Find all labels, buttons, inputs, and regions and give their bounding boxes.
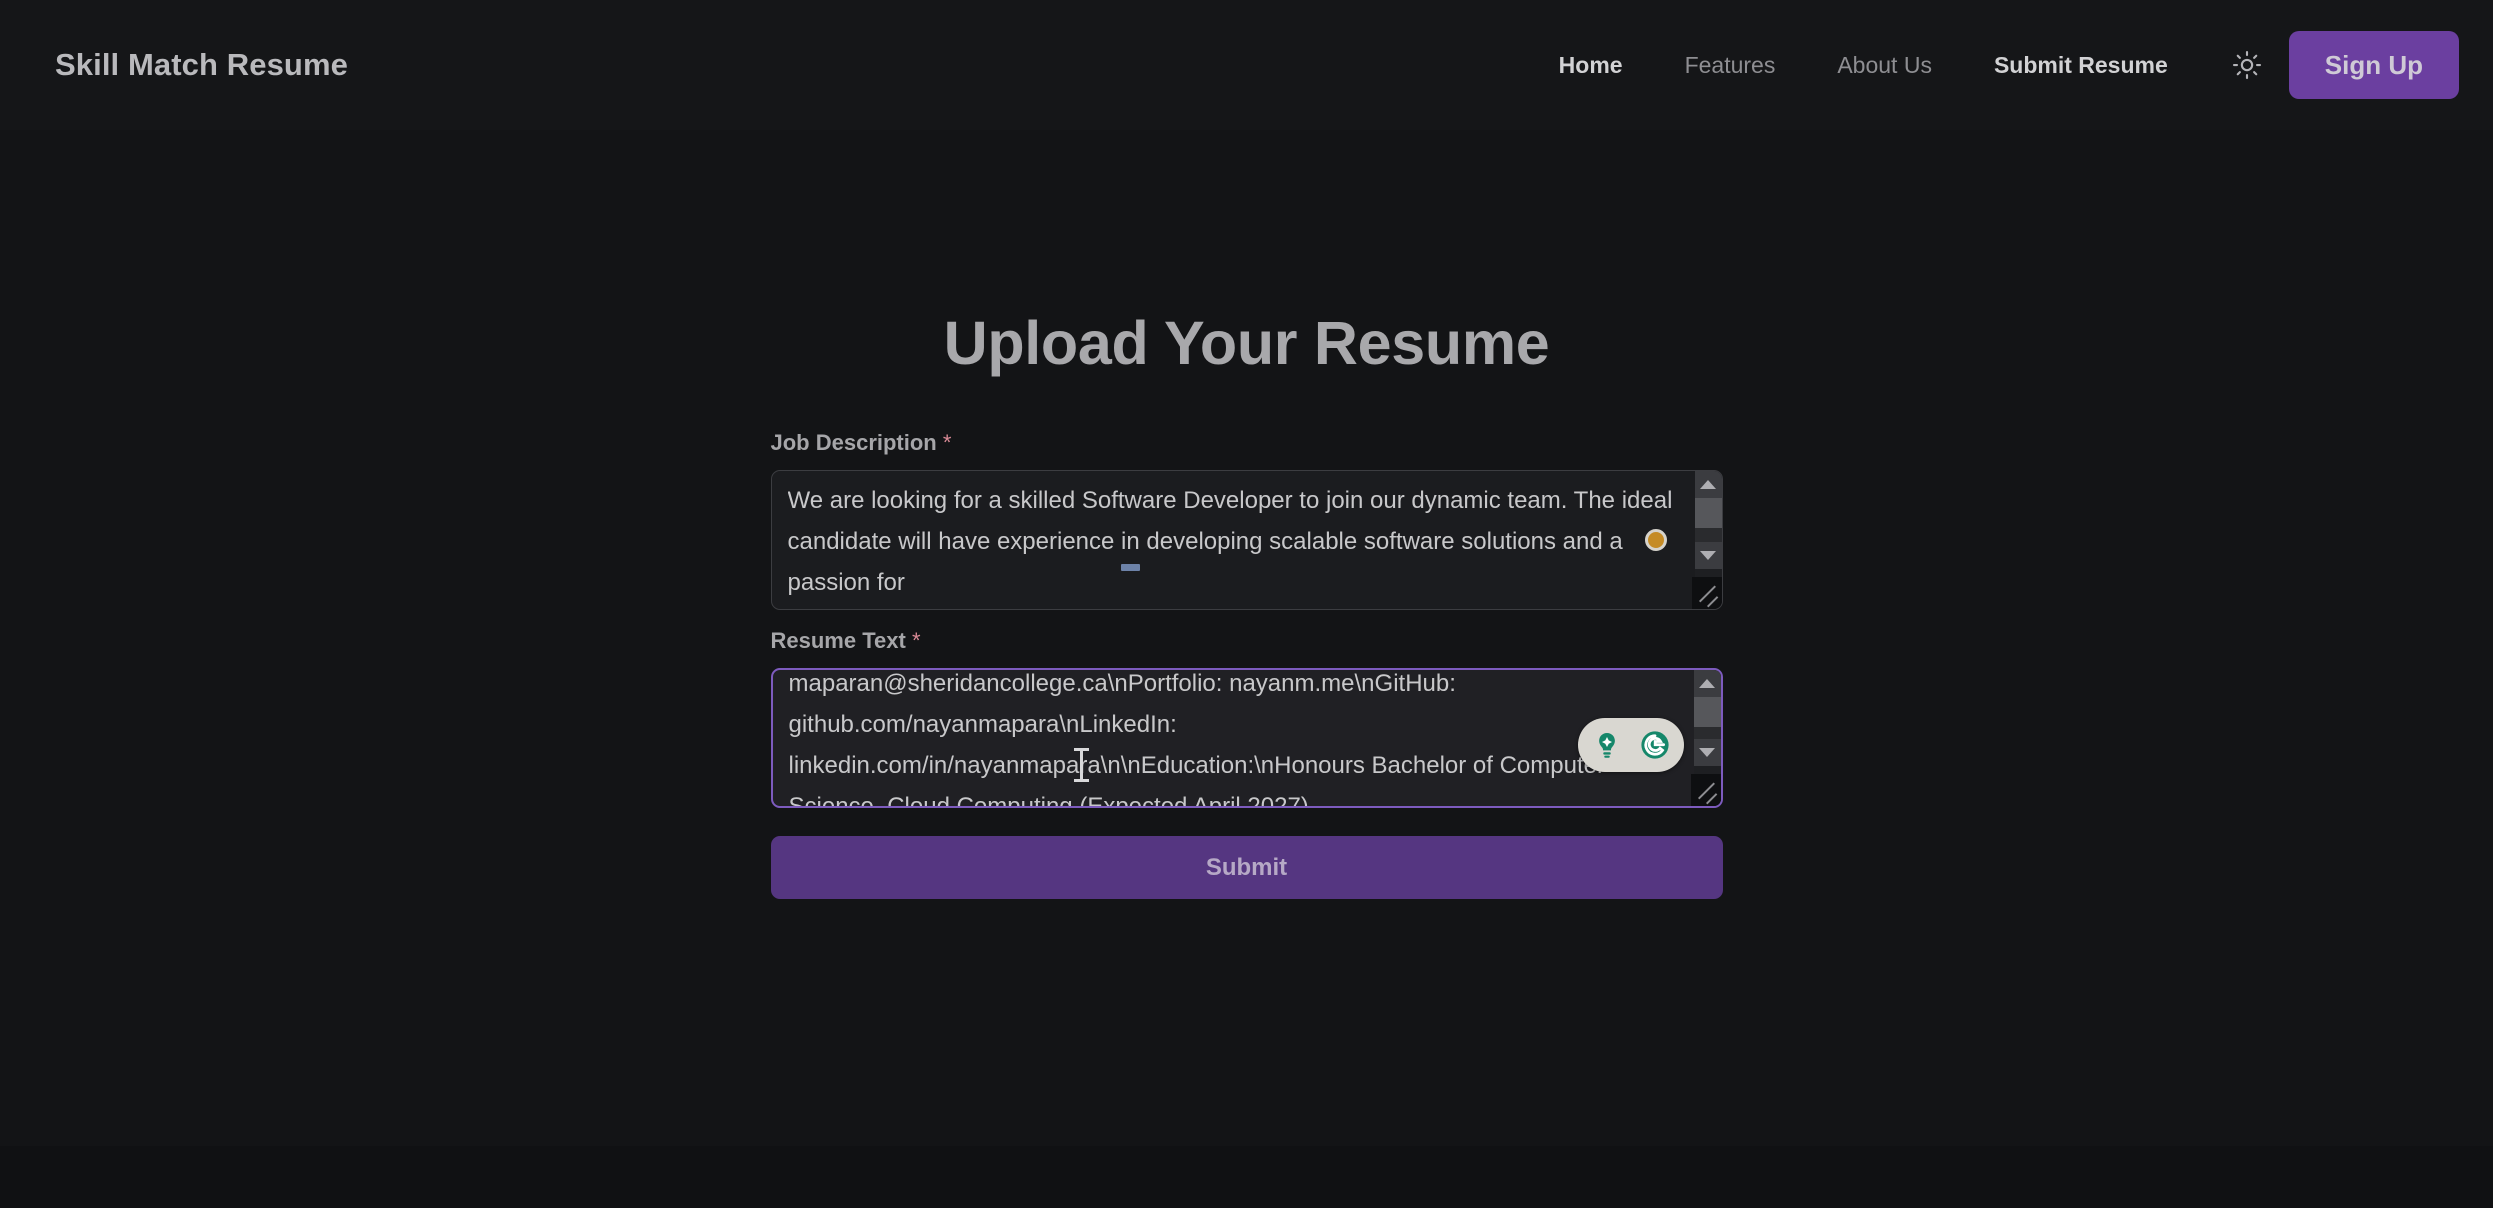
job-description-textarea[interactable]: We are looking for a skilled Software De… bbox=[770, 470, 1723, 610]
submit-button[interactable]: Submit bbox=[770, 836, 1723, 899]
grammarly-logo-icon[interactable] bbox=[1632, 722, 1678, 768]
nav-link-submit-resume[interactable]: Submit Resume bbox=[1963, 42, 2199, 89]
job-description-label: Job Description * bbox=[771, 430, 1723, 456]
theme-toggle-button[interactable] bbox=[2219, 37, 2275, 93]
nav-link-about-us[interactable]: About Us bbox=[1806, 42, 1963, 89]
resume-text-label: Resume Text * bbox=[771, 628, 1723, 654]
resume-text-value: maparan@sheridancollege.ca\nPortfolio: n… bbox=[788, 670, 1605, 808]
grammarly-floating-badge[interactable] bbox=[1577, 718, 1684, 772]
page-title: Upload Your Resume bbox=[943, 309, 1550, 377]
scrollbar-thumb[interactable] bbox=[1693, 697, 1721, 727]
nav-link-home[interactable]: Home bbox=[1528, 42, 1654, 89]
field-job-description: Job Description * We are looking for a s… bbox=[770, 430, 1723, 610]
textarea-resize-handle[interactable] bbox=[1691, 577, 1722, 609]
field-resume-text: Resume Text * maparan@sheridancollege.ca… bbox=[770, 628, 1723, 808]
app-root: Skill Match Resume Home Features About U… bbox=[0, 0, 2493, 1208]
required-asterisk: * bbox=[942, 430, 952, 455]
scrollbar-down-arrow-icon[interactable] bbox=[1694, 542, 1722, 569]
resume-text-label-text: Resume Text bbox=[770, 628, 906, 653]
text-cursor bbox=[1073, 748, 1089, 782]
sign-up-button[interactable]: Sign Up bbox=[2288, 31, 2459, 99]
grammar-suggestion-word[interactable]: in bbox=[1121, 521, 1140, 571]
upload-form-container: Upload Your Resume Job Description * We … bbox=[770, 308, 1723, 899]
scrollbar-up-arrow-icon[interactable] bbox=[1694, 471, 1722, 498]
textarea-resize-handle[interactable] bbox=[1690, 774, 1721, 806]
sun-icon bbox=[2232, 50, 2262, 80]
navbar: Skill Match Resume Home Features About U… bbox=[0, 0, 2493, 130]
scrollbar-down-arrow-icon[interactable] bbox=[1693, 739, 1721, 766]
footer bbox=[0, 1146, 2493, 1208]
brand-logo[interactable]: Skill Match Resume bbox=[55, 47, 348, 83]
job-description-label-text: Job Description bbox=[770, 430, 937, 455]
scrollbar-thumb[interactable] bbox=[1694, 498, 1722, 528]
scrollbar-up-arrow-icon[interactable] bbox=[1693, 670, 1721, 697]
required-asterisk: * bbox=[911, 628, 921, 653]
grammarly-suggestion-bulb-icon[interactable] bbox=[1584, 722, 1630, 768]
grammarly-status-dot-icon[interactable] bbox=[1644, 529, 1667, 551]
job-description-value: We are looking for a skilled Software De… bbox=[788, 480, 1680, 608]
primary-navigation: Home Features About Us Submit Resume Sig… bbox=[1528, 31, 2459, 99]
resume-text-textarea[interactable]: maparan@sheridancollege.ca\nPortfolio: n… bbox=[770, 668, 1723, 808]
nav-link-features[interactable]: Features bbox=[1654, 42, 1807, 89]
main-content: Upload Your Resume Job Description * We … bbox=[0, 130, 2493, 1146]
